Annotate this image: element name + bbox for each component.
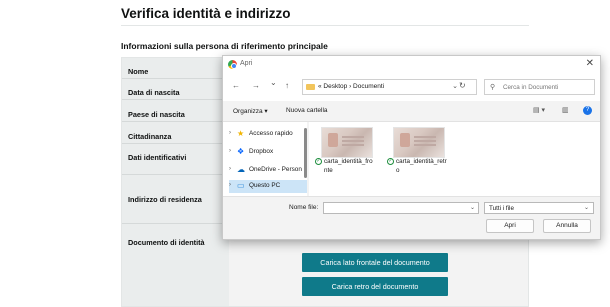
section-title: Informazioni sulla persona di riferiment… bbox=[121, 41, 328, 51]
sidebar-item-label: Questo PC bbox=[249, 182, 281, 189]
title-divider bbox=[121, 25, 529, 26]
row-label-id-data: Dati identificativi bbox=[128, 153, 187, 162]
filename-label: Nome file: bbox=[289, 204, 319, 211]
filename-input[interactable]: ⌄ bbox=[323, 202, 479, 214]
label-column: Nome Data di nascita Paese di nascita Ci… bbox=[122, 58, 230, 306]
view-options-icon[interactable]: ▤ ▾ bbox=[533, 106, 545, 114]
recent-locations-chevron-icon[interactable]: ⌄ bbox=[270, 78, 277, 87]
sidebar-item-label: OneDrive - Person bbox=[249, 166, 302, 173]
row-separator bbox=[122, 78, 229, 79]
row-separator bbox=[122, 143, 229, 144]
chevron-right-icon[interactable]: › bbox=[229, 130, 231, 136]
forward-arrow-icon[interactable]: → bbox=[252, 81, 260, 90]
row-label-name: Nome bbox=[128, 67, 149, 76]
dialog-bottom-bar: Nome file: ⌄ Tutti i file ⌄ Apri Annulla bbox=[223, 196, 600, 239]
row-separator bbox=[122, 121, 229, 122]
sidebar-item-label: Dropbox bbox=[249, 148, 274, 155]
star-icon: ★ bbox=[237, 129, 245, 138]
row-separator bbox=[122, 174, 229, 175]
navigation-scrollbar[interactable] bbox=[304, 128, 307, 178]
new-folder-button[interactable]: Nuova cartella bbox=[286, 107, 328, 114]
file-thumbnail bbox=[393, 127, 445, 158]
row-label-citizenship: Cittadinanza bbox=[128, 132, 172, 141]
address-bar[interactable]: « Desktop › Documenti ⌄ bbox=[302, 79, 477, 95]
organize-menu[interactable]: Organizza ▾ bbox=[233, 107, 268, 115]
chevron-down-icon[interactable]: ⌄ bbox=[584, 204, 589, 211]
dialog-titlebar: Apri ✕ bbox=[223, 56, 600, 73]
chevron-down-icon[interactable]: ⌄ bbox=[470, 204, 475, 211]
dropbox-icon: ❖ bbox=[237, 147, 245, 156]
row-label-address: Indirizzo di residenza bbox=[128, 195, 202, 204]
refresh-icon[interactable]: ↻ bbox=[459, 81, 466, 90]
sidebar-item-this-pc[interactable]: › ▭ Questo PC bbox=[229, 180, 307, 193]
sidebar-item-quick-access[interactable]: › ★ Accesso rapido bbox=[229, 128, 307, 141]
filetype-select[interactable]: Tutti i file ⌄ bbox=[484, 202, 594, 214]
help-icon[interactable]: ? bbox=[583, 106, 592, 115]
chrome-icon bbox=[228, 60, 237, 69]
search-box[interactable]: ⚲ Cerca in Documenti bbox=[484, 79, 595, 95]
file-name: carta_identità_retro bbox=[396, 158, 447, 174]
sidebar-item-label: Accesso rapido bbox=[249, 130, 293, 137]
close-icon[interactable]: ✕ bbox=[586, 58, 594, 69]
cloud-icon: ☁ bbox=[237, 165, 245, 174]
chevron-right-icon[interactable]: › bbox=[229, 148, 231, 154]
address-path: « Desktop › Documenti bbox=[318, 83, 385, 90]
dialog-toolbar: Organizza ▾ Nuova cartella ▤ ▾ ▥ ? bbox=[223, 101, 600, 122]
row-label-birth-country: Paese di nascita bbox=[128, 110, 185, 119]
cancel-button[interactable]: Annulla bbox=[543, 219, 591, 233]
back-arrow-icon[interactable]: ← bbox=[232, 81, 240, 90]
search-placeholder: Cerca in Documenti bbox=[503, 83, 559, 91]
files-pane: ✓ carta_identità_fronte ✓ carta_identità… bbox=[309, 122, 600, 196]
row-label-birthdate: Data di nascita bbox=[128, 88, 180, 97]
upload-front-button[interactable]: Carica lato frontale del documento bbox=[302, 253, 448, 272]
chevron-right-icon[interactable]: › bbox=[229, 182, 231, 188]
file-item[interactable]: ✓ carta_identità_fronte bbox=[315, 127, 377, 187]
navigation-pane: › ★ Accesso rapido › ❖ Dropbox › ☁ OneDr… bbox=[223, 122, 307, 196]
address-chevron-icon[interactable]: ⌄ bbox=[452, 82, 458, 90]
dialog-navbar: ← → ⌄ ↑ « Desktop › Documenti ⌄ ↻ ⚲ Cerc… bbox=[223, 73, 600, 101]
sidebar-item-onedrive[interactable]: › ☁ OneDrive - Person bbox=[229, 164, 307, 177]
page-title: Verifica identità e indirizzo bbox=[121, 6, 291, 21]
dialog-title: Apri bbox=[240, 60, 253, 67]
file-name: carta_identità_fronte bbox=[324, 158, 373, 174]
upload-back-button[interactable]: Carica retro del documento bbox=[302, 277, 448, 296]
preview-pane-icon[interactable]: ▥ bbox=[562, 106, 569, 114]
row-separator bbox=[122, 99, 229, 100]
open-button[interactable]: Apri bbox=[486, 219, 534, 233]
search-icon: ⚲ bbox=[490, 84, 496, 91]
sync-status-icon: ✓ bbox=[387, 158, 394, 165]
folder-icon bbox=[306, 84, 315, 90]
file-open-dialog: Apri ✕ ← → ⌄ ↑ « Desktop › Documenti ⌄ ↻… bbox=[222, 55, 601, 240]
up-arrow-icon[interactable]: ↑ bbox=[285, 81, 289, 90]
file-thumbnail bbox=[321, 127, 373, 158]
filetype-value: Tutti i file bbox=[489, 205, 514, 212]
file-item[interactable]: ✓ carta_identità_retro bbox=[387, 127, 449, 187]
sidebar-item-dropbox[interactable]: › ❖ Dropbox bbox=[229, 146, 307, 159]
computer-icon: ▭ bbox=[237, 181, 245, 190]
row-label-id-document: Documento di identità bbox=[128, 238, 205, 247]
row-separator bbox=[122, 223, 229, 224]
sync-status-icon: ✓ bbox=[315, 158, 322, 165]
chevron-right-icon[interactable]: › bbox=[229, 166, 231, 172]
